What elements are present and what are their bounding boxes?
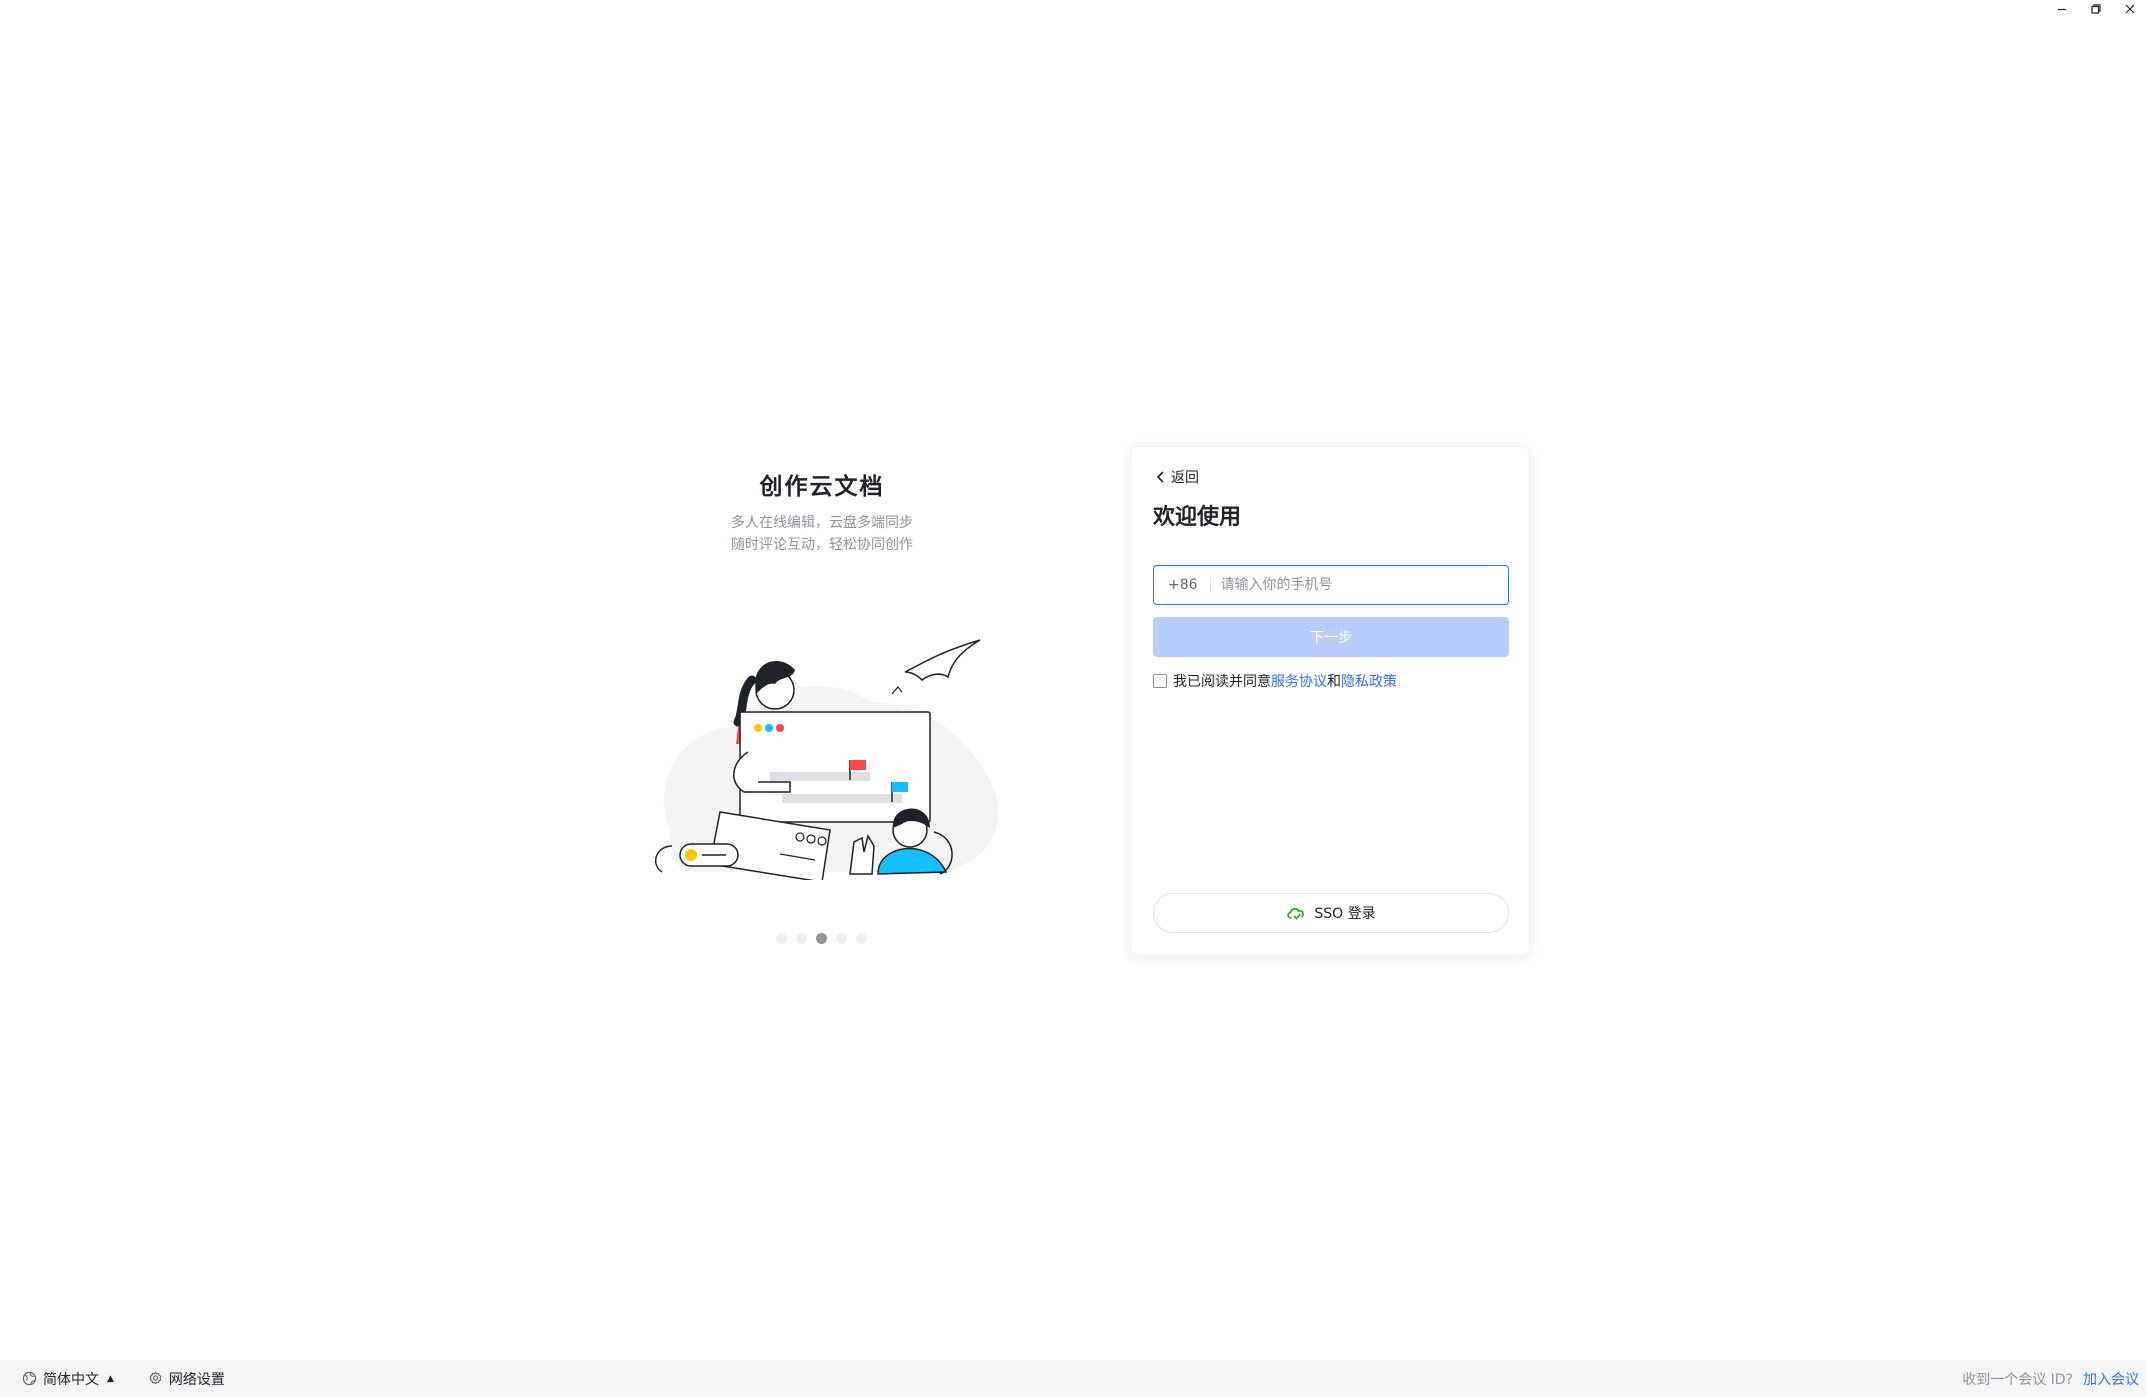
terms-link[interactable]: 服务协议	[1271, 674, 1327, 690]
carousel-dot[interactable]	[776, 933, 787, 944]
next-button[interactable]: 下一步	[1153, 617, 1509, 657]
promo-title: 创作云文档	[759, 474, 885, 500]
close-button[interactable]	[2113, 0, 2147, 18]
minimize-icon	[2058, 8, 2066, 11]
join-meeting-link[interactable]: 加入会议	[2083, 1369, 2139, 1389]
carousel-dot[interactable]	[836, 933, 847, 944]
login-card: 返回 欢迎使用 +86 下一步 我已阅读并同意服务协议和隐私政策 SSO 登录	[1130, 446, 1530, 956]
close-icon	[2125, 4, 2135, 14]
phone-input[interactable]	[1210, 566, 1508, 604]
network-settings-button[interactable]: 网络设置	[148, 1369, 225, 1389]
language-label: 简体中文	[43, 1371, 99, 1388]
cloud-icon	[1287, 908, 1305, 920]
agreement-text: 我已阅读并同意服务协议和隐私政策	[1173, 671, 1397, 691]
carousel-dot-active[interactable]	[816, 933, 827, 944]
globe-icon	[22, 1371, 37, 1386]
restore-icon	[2091, 4, 2101, 14]
carousel-dot[interactable]	[856, 933, 867, 944]
chevron-left-icon	[1156, 471, 1164, 483]
promo-line-1: 多人在线编辑，云盘多端同步	[731, 514, 913, 531]
carousel-dot[interactable]	[796, 933, 807, 944]
footer-left: 简体中文 ▲ 网络设置	[0, 1369, 225, 1389]
meeting-hint: 收到一个会议 ID?	[1962, 1371, 2073, 1388]
minimize-button[interactable]	[2045, 0, 2079, 18]
gear-icon	[149, 1371, 162, 1385]
privacy-link[interactable]: 隐私政策	[1341, 674, 1397, 690]
footer-bar: 简体中文 ▲ 网络设置 收到一个会议 ID? 加入会议	[0, 1360, 2147, 1397]
footer-right: 收到一个会议 ID? 加入会议	[1962, 1369, 2139, 1389]
page-title: 欢迎使用	[1153, 505, 1242, 530]
caret-up-icon: ▲	[107, 1373, 114, 1384]
country-code-select[interactable]: +86	[1154, 577, 1210, 593]
phone-field: +86	[1153, 565, 1509, 605]
sso-label: SSO 登录	[1314, 906, 1376, 922]
restore-button[interactable]	[2079, 0, 2113, 18]
window-controls	[2045, 0, 2147, 18]
back-label: 返回	[1171, 470, 1199, 486]
promo-line-2: 随时评论互动，轻松协同创作	[731, 536, 913, 553]
network-settings-label: 网络设置	[168, 1371, 225, 1388]
collaboration-illustration	[654, 639, 999, 880]
agreement-checkbox[interactable]	[1153, 674, 1167, 688]
agreement-prefix: 我已阅读并同意	[1173, 674, 1271, 690]
promo-subtitle: 多人在线编辑，云盘多端同步 随时评论互动，轻松协同创作	[620, 512, 1024, 556]
agreement-and: 和	[1327, 674, 1341, 690]
language-selector[interactable]: 简体中文 ▲	[22, 1369, 114, 1389]
back-button[interactable]: 返回	[1155, 467, 1199, 487]
agreement-row: 我已阅读并同意服务协议和隐私政策	[1153, 671, 1397, 691]
promo-section: 创作云文档 多人在线编辑，云盘多端同步 随时评论互动，轻松协同创作	[620, 474, 1024, 556]
carousel-indicator	[776, 933, 867, 944]
sso-login-button[interactable]: SSO 登录	[1153, 893, 1509, 933]
